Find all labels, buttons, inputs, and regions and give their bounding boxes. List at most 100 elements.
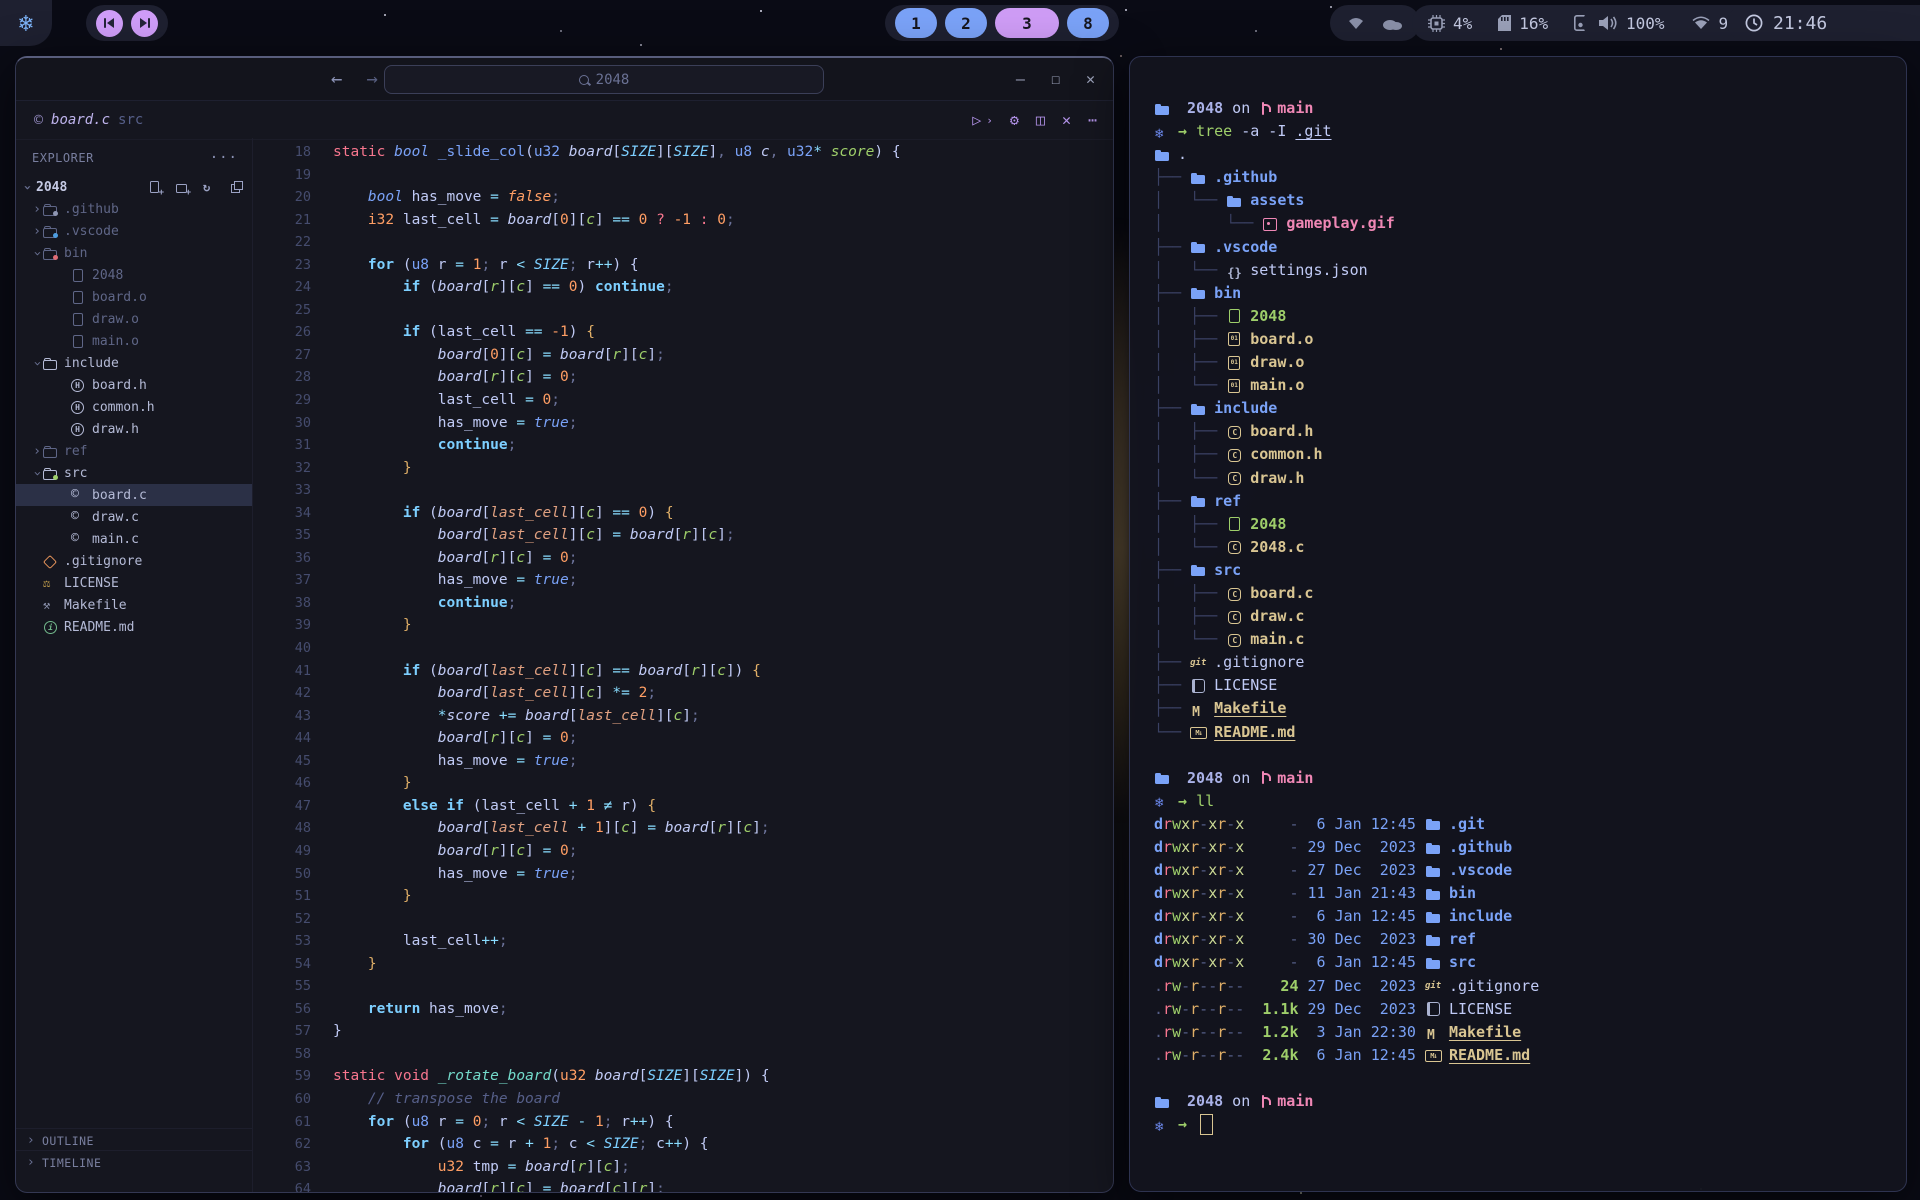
code-line-20[interactable]: 20 bool has_move = false; — [253, 186, 1113, 209]
sidebar-item-license[interactable]: LICENSE — [16, 572, 252, 594]
close-editor-icon[interactable]: ✕ — [1062, 111, 1071, 129]
workspace-1[interactable]: 1 — [895, 8, 937, 38]
code-line-34[interactable]: 34 if (board[last_cell][c] == 0) { — [253, 502, 1113, 525]
code-line-64[interactable]: 64 board[r][c] = board[c][r]; — [253, 1178, 1113, 1192]
clock-widget[interactable]: 21:46 — [1727, 5, 1920, 41]
new-file-icon[interactable] — [148, 180, 163, 195]
code-line-59[interactable]: 59static void _rotate_board(u32 board[SI… — [253, 1065, 1113, 1088]
code-line-30[interactable]: 30 has_move = true; — [253, 412, 1113, 435]
code-line-56[interactable]: 56 return has_move; — [253, 998, 1113, 1021]
launcher-button[interactable]: ❄ — [0, 0, 52, 46]
code-line-19[interactable]: 19 — [253, 164, 1113, 187]
editor-titlebar[interactable]: ← → 2048 — ☐ ✕ — [16, 58, 1113, 101]
command-center-search[interactable]: 2048 — [384, 65, 824, 94]
sidebar-item-board-o[interactable]: board.o — [16, 286, 252, 308]
code-line-18[interactable]: 18static bool _slide_col(u32 board[SIZE]… — [253, 141, 1113, 164]
media-next-button[interactable] — [131, 10, 158, 37]
terminal-window[interactable]: 2048 on main→ tree -a -I .git.├── .githu… — [1129, 56, 1907, 1192]
media-prev-button[interactable] — [96, 10, 123, 37]
code-line-51[interactable]: 51 } — [253, 885, 1113, 908]
sidebar-item-src[interactable]: ›src — [16, 462, 252, 484]
code-line-38[interactable]: 38 continue; — [253, 592, 1113, 615]
code-line-35[interactable]: 35 board[last_cell][c] = board[r][c]; — [253, 524, 1113, 547]
code-line-62[interactable]: 62 for (u8 c = r + 1; c < SIZE; c++) { — [253, 1133, 1113, 1156]
refresh-explorer-icon[interactable] — [202, 180, 217, 195]
code-line-58[interactable]: 58 — [253, 1043, 1113, 1066]
sidebar-item-makefile[interactable]: Makefile — [16, 594, 252, 616]
timeline-panel[interactable]: › TIMELINE — [16, 1150, 252, 1174]
explorer-root-folder[interactable]: › 2048 — [16, 176, 252, 198]
code-line-28[interactable]: 28 board[r][c] = 0; — [253, 366, 1113, 389]
code-line-60[interactable]: 60 // transpose the board — [253, 1088, 1113, 1111]
code-line-29[interactable]: 29 last_cell = 0; — [253, 389, 1113, 412]
chevron-right-icon[interactable]: › — [32, 202, 42, 217]
code-line-40[interactable]: 40 — [253, 637, 1113, 660]
collapse-folders-icon[interactable] — [229, 180, 244, 195]
maximize-button[interactable]: ☐ — [1051, 70, 1060, 88]
settings-gear-icon[interactable]: ⚙ — [1010, 111, 1019, 129]
more-actions-icon[interactable]: ⋯ — [1088, 111, 1097, 129]
chevron-right-icon[interactable]: › — [32, 444, 42, 459]
chevron-right-icon[interactable]: › — [32, 224, 42, 239]
sidebar-item-readme-md[interactable]: README.md — [16, 616, 252, 638]
minimize-button[interactable]: — — [1016, 70, 1025, 88]
forward-arrow-icon[interactable]: → — [366, 68, 377, 90]
sidebar-item-main-c[interactable]: main.c — [16, 528, 252, 550]
code-line-57[interactable]: 57} — [253, 1020, 1113, 1043]
code-line-22[interactable]: 22 — [253, 231, 1113, 254]
explorer-menu-icon[interactable]: ··· — [210, 150, 238, 166]
code-line-27[interactable]: 27 board[0][c] = board[r][c]; — [253, 344, 1113, 367]
code-line-42[interactable]: 42 board[last_cell][c] *= 2; — [253, 682, 1113, 705]
code-line-23[interactable]: 23 for (u8 r = 1; r < SIZE; r++) { — [253, 254, 1113, 277]
code-line-48[interactable]: 48 board[last_cell + 1][c] = board[r][c]… — [253, 817, 1113, 840]
back-arrow-icon[interactable]: ← — [331, 68, 342, 90]
code-line-45[interactable]: 45 has_move = true; — [253, 750, 1113, 773]
outline-panel[interactable]: › OUTLINE — [16, 1128, 252, 1152]
code-line-61[interactable]: 61 for (u8 r = 0; r < SIZE - 1; r++) { — [253, 1111, 1113, 1134]
code-line-55[interactable]: 55 — [253, 975, 1113, 998]
close-button[interactable]: ✕ — [1086, 70, 1095, 88]
sidebar-item-common-h[interactable]: common.h — [16, 396, 252, 418]
workspace-8[interactable]: 8 — [1067, 8, 1109, 38]
split-editor-icon[interactable]: ◫ — [1036, 111, 1045, 129]
sidebar-item-bin[interactable]: ›bin — [16, 242, 252, 264]
sidebar-item--gitignore[interactable]: .gitignore — [16, 550, 252, 572]
sidebar-item-draw-o[interactable]: draw.o — [16, 308, 252, 330]
code-line-32[interactable]: 32 } — [253, 457, 1113, 480]
sidebar-item--github[interactable]: ›.github — [16, 198, 252, 220]
code-line-47[interactable]: 47 else if (last_cell + 1 ≠ r) { — [253, 795, 1113, 818]
new-folder-icon[interactable] — [175, 180, 190, 195]
code-line-25[interactable]: 25 — [253, 299, 1113, 322]
code-line-26[interactable]: 26 if (last_cell == -1) { — [253, 321, 1113, 344]
code-line-44[interactable]: 44 board[r][c] = 0; — [253, 727, 1113, 750]
workspace-2[interactable]: 2 — [945, 8, 987, 38]
code-line-39[interactable]: 39 } — [253, 614, 1113, 637]
sidebar-item--vscode[interactable]: ›.vscode — [16, 220, 252, 242]
code-line-46[interactable]: 46 } — [253, 772, 1113, 795]
sidebar-item-2048[interactable]: 2048 — [16, 264, 252, 286]
sidebar-item-include[interactable]: ›include — [16, 352, 252, 374]
code-line-54[interactable]: 54 } — [253, 953, 1113, 976]
code-line-37[interactable]: 37 has_move = true; — [253, 569, 1113, 592]
code-line-50[interactable]: 50 has_move = true; — [253, 863, 1113, 886]
code-line-33[interactable]: 33 — [253, 479, 1113, 502]
code-line-31[interactable]: 31 continue; — [253, 434, 1113, 457]
chevron-down-icon[interactable]: › — [986, 114, 993, 127]
sidebar-item-board-h[interactable]: board.h — [16, 374, 252, 396]
code-line-43[interactable]: 43 *score += board[last_cell][c]; — [253, 705, 1113, 728]
code-line-24[interactable]: 24 if (board[r][c] == 0) continue; — [253, 276, 1113, 299]
code-line-63[interactable]: 63 u32 tmp = board[r][c]; — [253, 1156, 1113, 1179]
code-editor[interactable]: 18static bool _slide_col(u32 board[SIZE]… — [253, 138, 1113, 1192]
code-line-53[interactable]: 53 last_cell++; — [253, 930, 1113, 953]
workspace-3-active[interactable]: 3 — [995, 8, 1059, 38]
sidebar-item-draw-c[interactable]: draw.c — [16, 506, 252, 528]
code-line-49[interactable]: 49 board[r][c] = 0; — [253, 840, 1113, 863]
code-line-52[interactable]: 52 — [253, 908, 1113, 931]
code-line-36[interactable]: 36 board[r][c] = 0; — [253, 547, 1113, 570]
tab-board-c[interactable]: © board.c src — [16, 111, 143, 129]
sidebar-item-board-c[interactable]: board.c — [16, 484, 252, 506]
code-line-21[interactable]: 21 i32 last_cell = board[0][c] == 0 ? -1… — [253, 209, 1113, 232]
run-button[interactable]: ▷ — [972, 111, 981, 129]
sidebar-item-ref[interactable]: ›ref — [16, 440, 252, 462]
sidebar-item-main-o[interactable]: main.o — [16, 330, 252, 352]
